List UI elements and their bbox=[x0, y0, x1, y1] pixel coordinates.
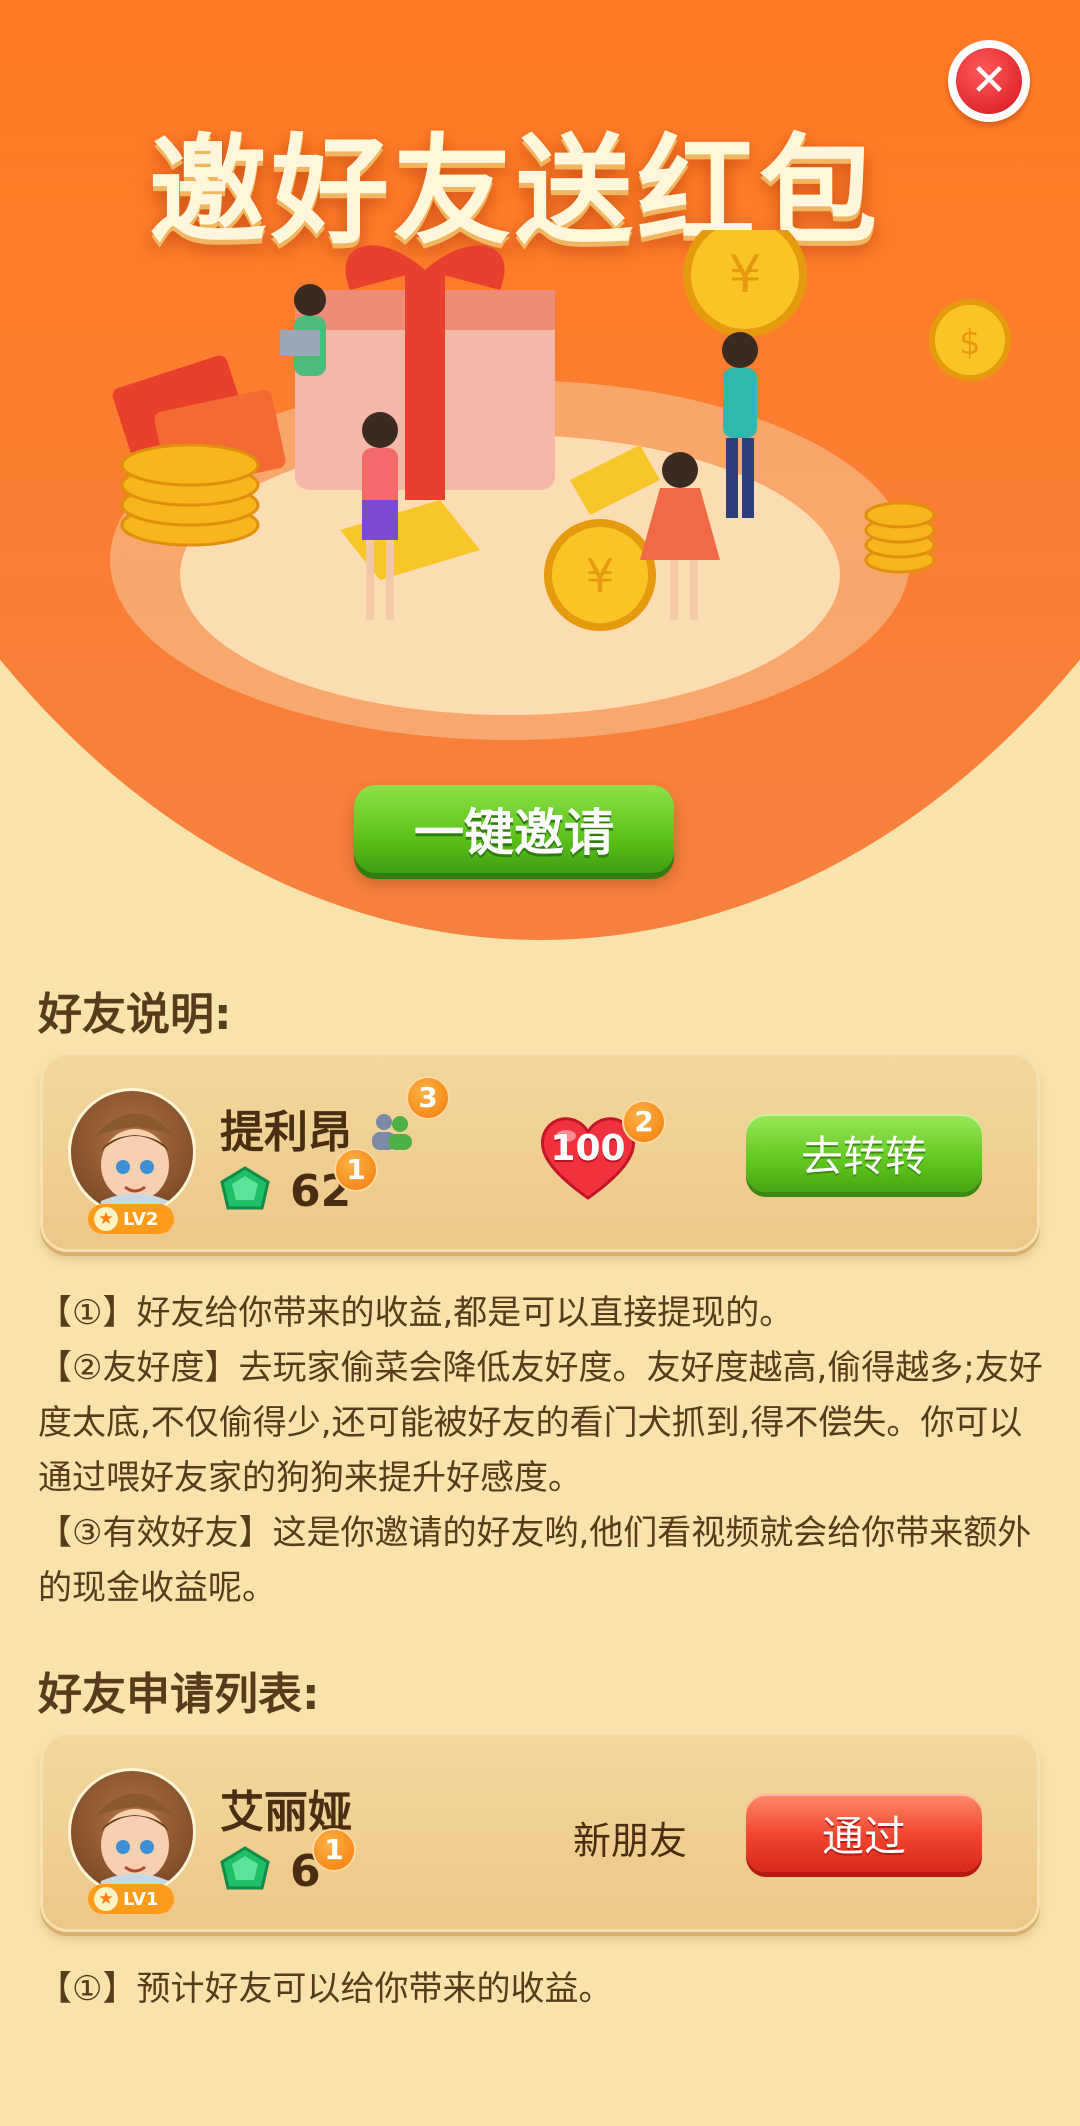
approve-button[interactable]: 通过 bbox=[746, 1794, 982, 1872]
avatar[interactable] bbox=[68, 1088, 196, 1216]
star-icon: ★ bbox=[94, 1207, 118, 1231]
gift-illustration: ¥ ¥ $ bbox=[110, 230, 1011, 740]
gem-icon bbox=[220, 1166, 270, 1210]
friend-name: 提利昂 bbox=[220, 1107, 352, 1158]
level-text: LV1 bbox=[123, 1888, 159, 1910]
requests-section-title: 好友申请列表: bbox=[38, 1669, 320, 1720]
note-affinity: 【②友好度】去玩家偷菜会降低友好度。友好度越高,偷得越多;友好度太底,不仅偷得少… bbox=[38, 1348, 1043, 1498]
svg-text:$: $ bbox=[959, 323, 981, 363]
request-note: 【①】预计好友可以给你带来的收益。 bbox=[38, 1969, 613, 2009]
level-badge: ★ LV1 bbox=[88, 1884, 174, 1914]
friends-section-title: 好友说明: bbox=[38, 989, 232, 1040]
earnings-badge: 1 bbox=[312, 1828, 356, 1872]
affinity-badge: 2 bbox=[622, 1100, 666, 1144]
avatar-image bbox=[91, 1113, 179, 1213]
svg-text:¥: ¥ bbox=[728, 245, 761, 305]
invite-banner: 邀好友送红包 ¥ ¥ $ ✕ 一键邀请 bbox=[0, 0, 1080, 945]
avatar[interactable] bbox=[68, 1768, 196, 1896]
affinity-value: 100 bbox=[550, 1128, 626, 1169]
valid-friend-badge: 3 bbox=[406, 1076, 450, 1120]
gem-icon bbox=[220, 1846, 270, 1890]
one-click-invite-button[interactable]: 一键邀请 bbox=[354, 785, 674, 873]
status-label: 新朋友 bbox=[572, 1819, 687, 1863]
level-badge: ★ LV2 bbox=[88, 1204, 174, 1234]
note-earnings: 【①】好友给你带来的收益,都是可以直接提现的。 bbox=[38, 1293, 794, 1333]
friend-card: ★ LV2 提利昂 3 62 1 100 2 去转转 bbox=[40, 1052, 1040, 1252]
visit-friend-button[interactable]: 去转转 bbox=[746, 1114, 982, 1192]
close-button[interactable]: ✕ bbox=[948, 40, 1030, 122]
friend-request-card: ★ LV1 艾丽娅 6 1 新朋友 通过 bbox=[40, 1732, 1040, 1932]
friends-notes: 【①】好友给你带来的收益,都是可以直接提现的。 【②友好度】去玩家偷菜会降低友好… bbox=[38, 1286, 1048, 1616]
note-valid-friend: 【③有效好友】这是你邀请的好友哟,他们看视频就会给你带来额外的现金收益呢。 bbox=[38, 1513, 1032, 1608]
earnings-badge: 1 bbox=[334, 1148, 378, 1192]
close-icon: ✕ bbox=[956, 48, 1022, 114]
level-text: LV2 bbox=[123, 1208, 159, 1230]
svg-text:¥: ¥ bbox=[585, 549, 614, 603]
people-icon bbox=[372, 1114, 412, 1150]
avatar-image bbox=[91, 1793, 179, 1893]
star-icon: ★ bbox=[94, 1887, 118, 1911]
